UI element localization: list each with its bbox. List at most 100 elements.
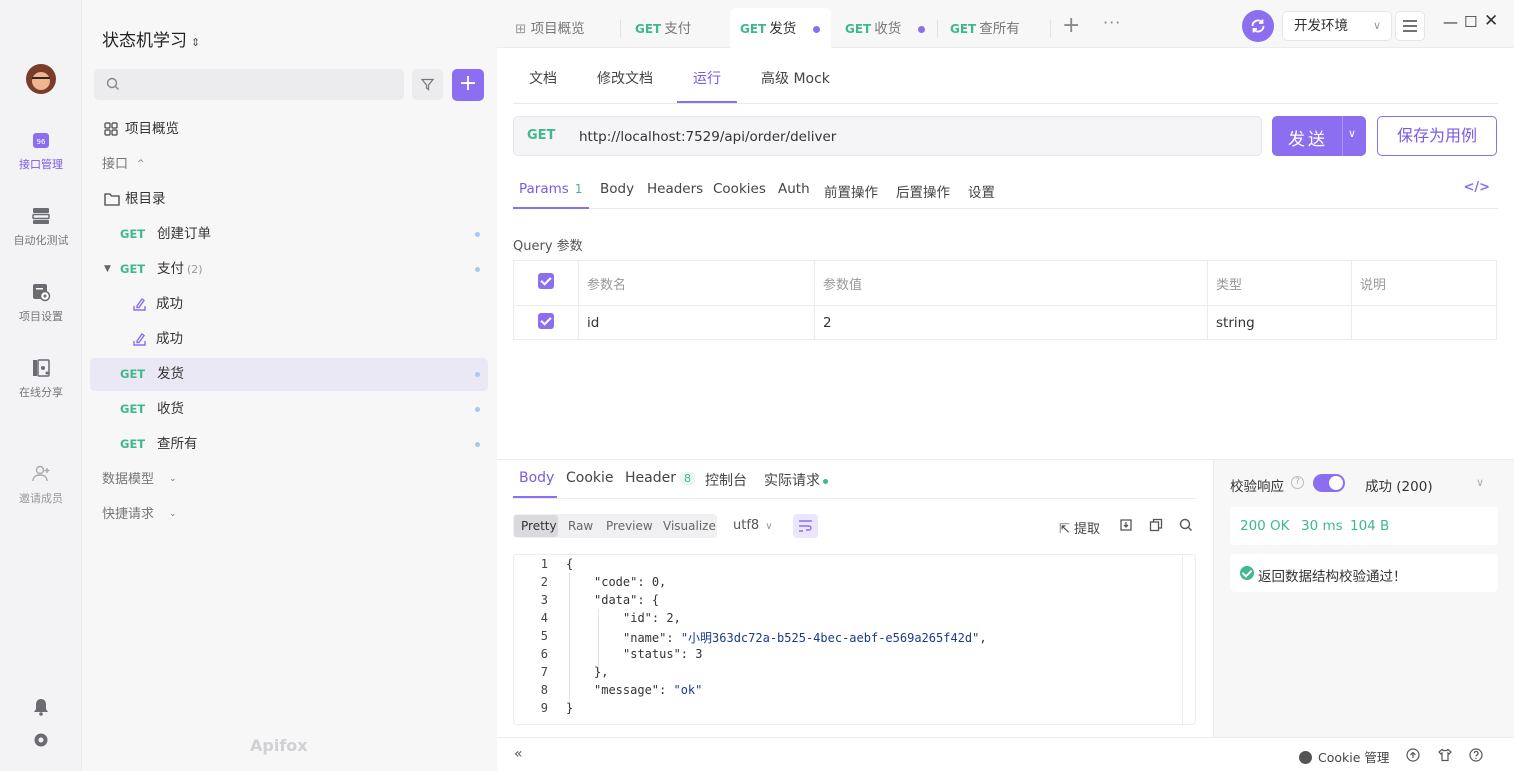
- line-number: 4: [540, 611, 548, 625]
- code-icon[interactable]: </>: [1463, 180, 1490, 195]
- method-badge: GET: [740, 22, 767, 36]
- query-params-table: 参数名 参数值 类型 说明 id 2 string: [513, 260, 1497, 340]
- collapse-sidebar-button[interactable]: «: [514, 746, 523, 762]
- extract-icon: ⇱: [1059, 522, 1070, 537]
- format-preview[interactable]: Preview: [606, 519, 653, 533]
- tab-params[interactable]: Params 1: [519, 181, 582, 197]
- param-desc-cell[interactable]: [1351, 305, 1497, 340]
- more-tabs-button[interactable]: ···: [1103, 13, 1121, 32]
- filter-button[interactable]: [412, 69, 443, 100]
- gear-icon[interactable]: [33, 732, 49, 748]
- row-checkbox[interactable]: [538, 312, 554, 329]
- shirt-icon[interactable]: [1438, 748, 1452, 762]
- line-number: 1: [540, 557, 548, 571]
- tree-item-deliver[interactable]: GET 发货: [90, 358, 488, 391]
- doc-tabs: 文档 修改文档 运行 高级 Mock: [513, 58, 1498, 104]
- tab-deliver[interactable]: GET 发货: [730, 8, 831, 48]
- tree-case-success[interactable]: 成功: [90, 288, 488, 321]
- rail-item-project-settings[interactable]: 项目设置: [0, 282, 82, 324]
- tab-run[interactable]: 运行: [693, 68, 721, 88]
- tab-pay[interactable]: GET 支付: [635, 8, 691, 48]
- tab-auth[interactable]: Auth: [778, 181, 810, 197]
- tab-receive[interactable]: GET 收货: [845, 8, 901, 48]
- rail-item-online-share[interactable]: 在线分享: [0, 358, 82, 400]
- chevron-down-icon[interactable]: ∨: [1476, 476, 1484, 489]
- select-all-checkbox[interactable]: [538, 273, 554, 289]
- bell-icon[interactable]: [33, 698, 49, 716]
- tab-edit-doc[interactable]: 修改文档: [597, 68, 653, 88]
- tab-doc[interactable]: 文档: [529, 68, 557, 88]
- minimize-button[interactable]: —: [1443, 13, 1458, 31]
- format-raw[interactable]: Raw: [568, 519, 593, 533]
- param-type-cell[interactable]: string: [1207, 305, 1352, 340]
- method-select[interactable]: GET: [527, 128, 555, 143]
- help-circle-icon[interactable]: [1469, 748, 1483, 762]
- search-icon[interactable]: [1179, 518, 1193, 532]
- user-avatar[interactable]: [26, 64, 56, 94]
- resp-tab-actual-request[interactable]: 实际请求: [764, 470, 828, 490]
- resp-tab-console[interactable]: 控制台: [705, 470, 747, 490]
- param-name-cell[interactable]: id: [578, 305, 815, 340]
- cookie-manager-button[interactable]: Cookie 管理: [1299, 747, 1389, 766]
- rail-item-invite-member[interactable]: 邀请成员: [0, 464, 82, 506]
- tab-headers[interactable]: Headers: [647, 181, 703, 197]
- save-as-case-button[interactable]: 保存为用例: [1377, 116, 1497, 156]
- response-body-viewer[interactable]: 1 2 3 4 5 6 7 8 9 { "code": 0, "data": {…: [513, 554, 1196, 725]
- url-input[interactable]: GET http://localhost:7529/api/order/deli…: [513, 116, 1262, 156]
- copy-icon[interactable]: [1149, 518, 1163, 532]
- upload-icon[interactable]: [1406, 748, 1420, 762]
- tab-project-overview[interactable]: ⊞ 项目概览: [515, 8, 585, 48]
- tree-group-quick-requests[interactable]: 快捷请求 ⌄: [90, 498, 488, 531]
- line-number: 6: [540, 647, 548, 661]
- tree-folder-root[interactable]: 根目录: [90, 183, 488, 216]
- rail-item-automation-test[interactable]: 自动化测试: [0, 206, 82, 248]
- vertical-scrollbar[interactable]: [1182, 555, 1195, 724]
- chevron-down-icon[interactable]: ∨: [1348, 127, 1356, 140]
- menu-button[interactable]: [1395, 11, 1425, 41]
- format-pretty[interactable]: Pretty: [521, 519, 557, 533]
- tree-item-overview[interactable]: 项目概览: [90, 113, 488, 146]
- tree-case-success[interactable]: 成功: [90, 323, 488, 356]
- tree-item-query-all[interactable]: GET 查所有: [90, 428, 488, 461]
- tab-body[interactable]: Body: [600, 181, 634, 197]
- word-wrap-button[interactable]: [793, 514, 818, 538]
- tab-query-all[interactable]: GET 查所有: [950, 8, 1020, 48]
- resp-tab-header[interactable]: Header 8: [625, 470, 695, 486]
- tree-group-interfaces[interactable]: 接口 ^: [90, 148, 488, 181]
- project-switcher[interactable]: 状态机学习 ⇕: [102, 26, 200, 51]
- resp-tab-body[interactable]: Body: [519, 470, 554, 486]
- param-value-cell[interactable]: 2: [814, 305, 1208, 340]
- tree-item-create-order[interactable]: GET 创建订单: [90, 218, 488, 251]
- extract-button[interactable]: ⇱ 提取: [1059, 518, 1100, 537]
- tree-item-pay[interactable]: ▼ GET 支付 (2): [90, 253, 488, 286]
- maximize-icon: ☐: [1464, 13, 1478, 31]
- format-visualize[interactable]: Visualize: [663, 519, 716, 533]
- rail-item-api-management[interactable]: 96 接口管理: [0, 130, 82, 172]
- environment-select[interactable]: 开发环境 ∨: [1282, 11, 1392, 41]
- tab-advanced-mock[interactable]: 高级 Mock: [761, 68, 830, 88]
- tab-pre-actions[interactable]: 前置操作: [824, 181, 878, 201]
- maximize-button[interactable]: ☐: [1464, 13, 1477, 31]
- nav-rail: 96 接口管理 自动化测试 项目设置 在线分享 邀请成员: [0, 0, 82, 771]
- close-button[interactable]: ✕: [1484, 11, 1498, 31]
- tree-label: 成功: [156, 331, 183, 347]
- tree-search-input[interactable]: [94, 69, 404, 100]
- tree-group-data-models[interactable]: 数据模型 ⌄: [90, 463, 488, 496]
- encoding-select[interactable]: utf8 ∨: [733, 518, 773, 533]
- tab-settings[interactable]: 设置: [968, 181, 995, 201]
- new-tab-button[interactable]: +: [1062, 13, 1080, 38]
- tree-item-receive[interactable]: GET 收货: [90, 393, 488, 426]
- method-badge: GET: [120, 227, 146, 241]
- tree-group-label: 接口: [102, 157, 129, 172]
- sync-button[interactable]: [1242, 10, 1274, 42]
- help-icon[interactable]: ?: [1291, 476, 1304, 489]
- download-icon[interactable]: [1119, 518, 1133, 532]
- tab-post-actions[interactable]: 后置操作: [896, 181, 950, 201]
- method-badge: GET: [120, 367, 146, 381]
- add-button[interactable]: +: [452, 69, 484, 101]
- resp-tab-cookie[interactable]: Cookie: [566, 470, 614, 486]
- tab-cookies[interactable]: Cookies: [713, 181, 766, 197]
- validate-toggle[interactable]: [1313, 474, 1345, 492]
- validation-target-select[interactable]: 成功 (200): [1365, 475, 1433, 495]
- send-button[interactable]: 发送 ∨: [1272, 116, 1366, 156]
